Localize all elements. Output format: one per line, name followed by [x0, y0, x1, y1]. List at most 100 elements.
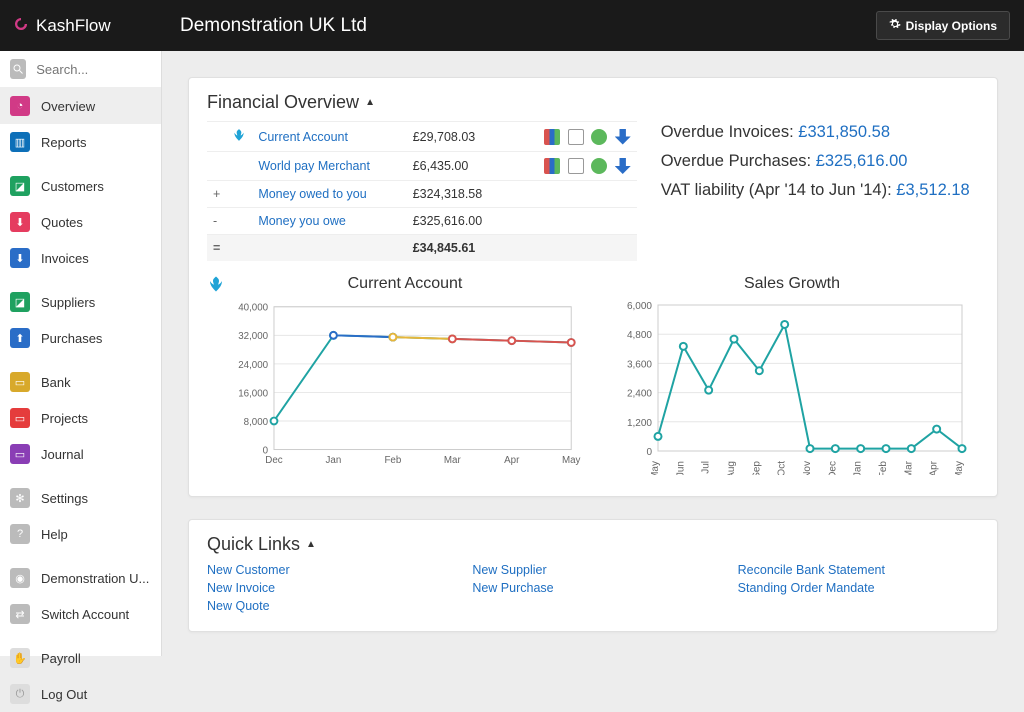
- sidebar-item-purchases[interactable]: ⬆ Purchases: [0, 320, 161, 356]
- sidebar-item-projects[interactable]: ▭ Projects: [0, 400, 161, 436]
- svg-text:Apr: Apr: [929, 460, 940, 475]
- quick-link[interactable]: New Invoice: [207, 581, 448, 595]
- svg-text:Apr: Apr: [504, 455, 520, 466]
- check-icon[interactable]: [591, 158, 607, 174]
- table-row: Current Account £29,708.03: [207, 122, 637, 152]
- sidebar-item-label: Settings: [41, 491, 88, 506]
- svg-text:3,600: 3,600: [627, 359, 652, 370]
- sidebar-item-invoices[interactable]: ⬇ Invoices: [0, 240, 161, 276]
- sidebar-item-label: Reports: [41, 135, 87, 150]
- topbar: KashFlow Demonstration UK Ltd Display Op…: [0, 0, 1024, 51]
- overdue-invoices-link[interactable]: £331,850.58: [798, 123, 890, 141]
- reports-icon: ▥: [10, 132, 30, 152]
- sidebar-item-payroll[interactable]: ✋ Payroll: [0, 640, 161, 676]
- financial-overview-title[interactable]: Financial Overview: [207, 92, 979, 113]
- journal-icon: ▭: [10, 444, 30, 464]
- download-icon[interactable]: [615, 129, 631, 145]
- quick-link[interactable]: New Supplier: [472, 563, 713, 577]
- sidebar-item-help[interactable]: ? Help: [0, 516, 161, 552]
- svg-text:0: 0: [646, 447, 652, 458]
- quick-links-title[interactable]: Quick Links: [207, 534, 979, 555]
- svg-text:16,000: 16,000: [238, 388, 268, 399]
- switch-account-icon: ⇄: [10, 604, 30, 624]
- brand-name: KashFlow: [36, 16, 111, 36]
- statement-icon[interactable]: [568, 129, 584, 145]
- summary-metrics: Overdue Invoices: £331,850.58 Overdue Pu…: [661, 121, 979, 261]
- sidebar-item-overview[interactable]: ◔ Overview: [0, 88, 161, 124]
- overdue-purchases-link[interactable]: £325,616.00: [816, 152, 908, 170]
- svg-text:Aug: Aug: [726, 461, 737, 475]
- sidebar-item-label: Overview: [41, 99, 95, 114]
- quick-link[interactable]: Standing Order Mandate: [738, 581, 979, 595]
- download-icon[interactable]: [615, 158, 631, 174]
- svg-text:8,000: 8,000: [244, 417, 269, 428]
- chart-title-sales-growth: Sales Growth: [605, 275, 979, 293]
- gear-icon: [889, 18, 901, 33]
- table-row: World pay Merchant £6,435.00: [207, 152, 637, 181]
- table-row: + Money owed to you £324,318.58: [207, 181, 637, 208]
- main-content: Financial Overview Current Account £29,7…: [162, 51, 1024, 656]
- sidebar-item-label: Log Out: [41, 687, 87, 702]
- quick-link[interactable]: New Customer: [207, 563, 448, 577]
- quick-link[interactable]: New Quote: [207, 599, 448, 613]
- svg-text:Jun: Jun: [675, 461, 686, 475]
- customers-icon: ◪: [10, 176, 30, 196]
- search-input[interactable]: [36, 62, 151, 77]
- vat-link[interactable]: £3,512.18: [896, 181, 969, 199]
- sidebar-item-customers[interactable]: ◪ Customers: [0, 168, 161, 204]
- vat-liability: VAT liability (Apr '14 to Jun '14): £3,5…: [661, 181, 979, 200]
- sidebar-item-switch-account[interactable]: ⇄ Switch Account: [0, 596, 161, 632]
- demonstration-user-icon: ◉: [10, 568, 30, 588]
- row-sign: -: [207, 208, 226, 235]
- account-link[interactable]: World pay Merchant: [258, 159, 370, 173]
- svg-text:Feb: Feb: [878, 461, 889, 475]
- statement-icon[interactable]: [568, 158, 584, 174]
- svg-text:Mar: Mar: [444, 455, 462, 466]
- settings-icon: ✻: [10, 488, 30, 508]
- sidebar-item-bank[interactable]: ▭ Bank: [0, 364, 161, 400]
- table-total-row: = £34,845.61: [207, 235, 637, 262]
- sidebar-item-label: Invoices: [41, 251, 89, 266]
- check-icon[interactable]: [591, 129, 607, 145]
- account-link[interactable]: Current Account: [258, 130, 348, 144]
- chart-icon[interactable]: [544, 129, 560, 145]
- sidebar-item-settings[interactable]: ✻ Settings: [0, 480, 161, 516]
- chart-icon[interactable]: [544, 158, 560, 174]
- sidebar-item-quotes[interactable]: ⬇ Quotes: [0, 204, 161, 240]
- svg-text:24,000: 24,000: [238, 360, 268, 371]
- accounts-table: Current Account £29,708.03 World pay Mer…: [207, 121, 637, 261]
- account-link[interactable]: Money owed to you: [258, 187, 366, 201]
- svg-text:Oct: Oct: [777, 461, 788, 475]
- sidebar-item-label: Quotes: [41, 215, 83, 230]
- help-icon: ?: [10, 524, 30, 544]
- svg-text:4,800: 4,800: [627, 330, 652, 341]
- sidebar-item-label: Suppliers: [41, 295, 95, 310]
- overdue-purchases: Overdue Purchases: £325,616.00: [661, 152, 979, 171]
- sidebar-item-suppliers[interactable]: ◪ Suppliers: [0, 284, 161, 320]
- display-options-button[interactable]: Display Options: [876, 11, 1010, 40]
- search-row[interactable]: [0, 51, 161, 88]
- company-name: Demonstration UK Ltd: [162, 15, 876, 37]
- search-icon: [10, 59, 26, 79]
- sidebar-item-label: Switch Account: [41, 607, 129, 622]
- sidebar-item-label: Payroll: [41, 651, 81, 666]
- financial-overview-card: Financial Overview Current Account £29,7…: [188, 77, 998, 497]
- sidebar-item-log-out[interactable]: ⏻ Log Out: [0, 676, 161, 712]
- sidebar: ◔ Overview ▥ Reports ◪ Customers ⬇ Quote…: [0, 51, 162, 656]
- quick-link[interactable]: New Purchase: [472, 581, 713, 595]
- account-link[interactable]: Money you owe: [258, 214, 346, 228]
- quick-links-card: Quick Links New Customer New Invoice New Q…: [188, 519, 998, 632]
- svg-text:Jan: Jan: [326, 455, 342, 466]
- sidebar-item-reports[interactable]: ▥ Reports: [0, 124, 161, 160]
- row-amount: £6,435.00: [407, 152, 527, 181]
- sidebar-item-journal[interactable]: ▭ Journal: [0, 436, 161, 472]
- purchases-icon: ⬆: [10, 328, 30, 348]
- overview-icon: ◔: [10, 96, 30, 116]
- chart-sales-growth-svg: 01,2002,4003,6004,8006,000MayJunJulAugSe…: [605, 295, 979, 475]
- quick-link[interactable]: Reconcile Bank Statement: [738, 563, 979, 577]
- svg-text:Dec: Dec: [827, 461, 838, 475]
- table-row: - Money you owe £325,616.00: [207, 208, 637, 235]
- svg-text:Sep: Sep: [751, 461, 762, 475]
- sidebar-item-demonstration-user[interactable]: ◉ Demonstration U...: [0, 560, 161, 596]
- row-amount: £29,708.03: [407, 122, 527, 152]
